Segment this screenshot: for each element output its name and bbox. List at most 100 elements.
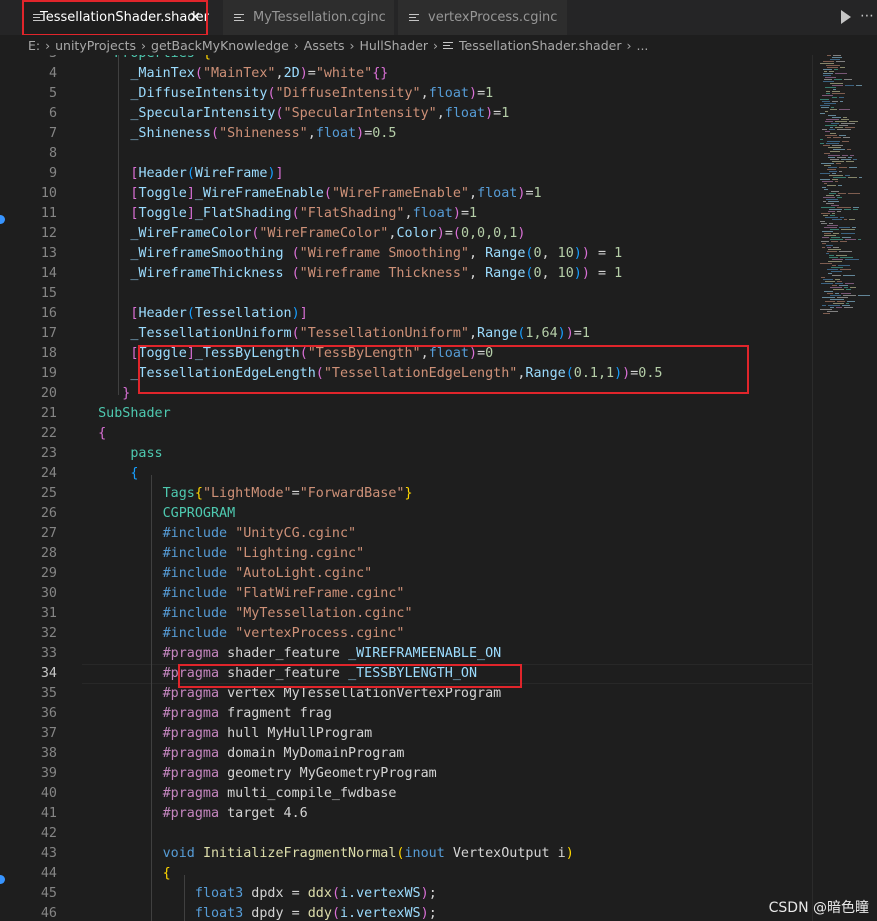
- tab-mytessellation-cginc[interactable]: MyTessellation.cginc: [223, 0, 395, 35]
- code-line[interactable]: 37 #pragma hull MyHullProgram: [0, 724, 877, 744]
- code-token: 10: [557, 266, 574, 281]
- code-line[interactable]: 45 float3 dpdx = ddx(i.vertexWS);: [0, 884, 877, 904]
- code-line[interactable]: 27 #include "UnityCG.cginc": [0, 524, 877, 544]
- code-line[interactable]: 24 {: [0, 464, 877, 484]
- minimap-stroke: [828, 305, 840, 306]
- line-number: 8: [48, 146, 57, 161]
- minimap-stroke: [825, 281, 835, 282]
- code-line[interactable]: 12 _WireFrameColor("WireFrameColor",Colo…: [0, 224, 877, 244]
- line-number: 39: [40, 766, 57, 781]
- breadcrumb-item[interactable]: getBackMyKnowledge: [151, 38, 289, 53]
- code-line[interactable]: 42: [0, 824, 877, 844]
- code-line[interactable]: 17 _TessellationUniform("TessellationUni…: [0, 324, 877, 344]
- minimap-stroke: [842, 237, 851, 238]
- code-line[interactable]: 39 #pragma geometry MyGeometryProgram: [0, 764, 877, 784]
- code-line[interactable]: 4 _MainTex("MainTex",2D)="white"{}: [0, 64, 877, 84]
- more-actions-icon[interactable]: ⋯: [860, 8, 874, 24]
- code-token: ddy: [307, 906, 332, 921]
- minimap-stroke: [820, 113, 825, 114]
- breadcrumb-item[interactable]: E:: [28, 38, 40, 53]
- minimap-stroke: [828, 115, 836, 116]
- code-line[interactable]: 21 SubShader: [0, 404, 877, 424]
- line-number: 18: [40, 346, 57, 361]
- minimap-stroke: [826, 93, 830, 94]
- code-token: SubShader: [82, 406, 171, 421]
- code-line[interactable]: 38 #pragma domain MyDomainProgram: [0, 744, 877, 764]
- minimap[interactable]: [818, 55, 877, 355]
- code-line[interactable]: 22 {: [0, 424, 877, 444]
- minimap-stroke: [830, 133, 836, 134]
- line-number: 7: [48, 126, 57, 141]
- code-token: float: [444, 106, 486, 121]
- code-line[interactable]: 23 pass: [0, 444, 877, 464]
- minimap-stroke: [833, 289, 844, 290]
- code-line[interactable]: 9 [Header(WireFrame)]: [0, 164, 877, 184]
- minimap-stroke: [841, 293, 851, 294]
- code-line[interactable]: 33 #pragma shader_feature _WIREFRAMEENAB…: [0, 644, 877, 664]
- code-line[interactable]: 7 _Shineness("Shineness",float)=0.5: [0, 124, 877, 144]
- code-line[interactable]: 32 #include "vertexProcess.cginc": [0, 624, 877, 644]
- minimap-stroke: [829, 71, 834, 72]
- breadcrumb-item[interactable]: ...: [636, 38, 648, 53]
- code-token: float3: [82, 886, 244, 901]
- code-line[interactable]: 14 _WireframeThickness ("Wireframe Thick…: [0, 264, 877, 284]
- code-line[interactable]: 43 void InitializeFragmentNormal(inout V…: [0, 844, 877, 864]
- minimap-stroke: [835, 181, 838, 182]
- chevron-right-icon: ›: [141, 37, 147, 53]
- minimap-stroke: [832, 57, 842, 58]
- code-line[interactable]: 28 #include "Lighting.cginc": [0, 544, 877, 564]
- code-token: ): [420, 906, 429, 921]
- code-token: _TessellationUniform: [82, 326, 292, 341]
- code-line[interactable]: 44 {: [0, 864, 877, 884]
- minimap-stroke: [823, 75, 831, 76]
- code-token: Color: [396, 226, 437, 241]
- code-line[interactable]: 36 #pragma fragment frag: [0, 704, 877, 724]
- breadcrumb-item[interactable]: unityProjects: [55, 38, 136, 53]
- code-token: #pragma: [82, 806, 220, 821]
- code-text: CGPROGRAM: [82, 504, 236, 524]
- minimap-stroke: [824, 189, 828, 190]
- line-number: 37: [40, 726, 57, 741]
- code-line[interactable]: 30 #include "FlatWireFrame.cginc": [0, 584, 877, 604]
- code-line[interactable]: 16 [Header(Tessellation)]: [0, 304, 877, 324]
- code-line[interactable]: 15: [0, 284, 877, 304]
- tab-vertexprocess-cginc[interactable]: vertexProcess.cginc: [398, 0, 568, 35]
- code-line[interactable]: 46 float3 dpdy = ddy(i.vertexWS);: [0, 904, 877, 921]
- breadcrumb-item[interactable]: HullShader: [359, 38, 428, 53]
- minimap-stroke: [822, 129, 827, 130]
- code-token: 10: [557, 246, 574, 261]
- minimap-stroke: [837, 197, 842, 198]
- minimap-stroke: [839, 109, 850, 110]
- minimap-stroke: [839, 251, 852, 252]
- code-token: ,: [275, 66, 284, 81]
- code-line[interactable]: 6 _SpecularIntensity("SpecularIntensity"…: [0, 104, 877, 124]
- code-editor[interactable]: 3 Properties {4 _MainTex("MainTex",2D)="…: [0, 55, 877, 921]
- code-text: #pragma hull MyHullProgram: [82, 724, 373, 744]
- minimap-stroke: [848, 193, 860, 194]
- line-number: 21: [40, 406, 57, 421]
- file-lines-icon: [443, 40, 454, 51]
- code-token: ;: [428, 886, 437, 901]
- code-line[interactable]: 25 Tags{"LightMode"="ForwardBase"}: [0, 484, 877, 504]
- code-line[interactable]: 29 #include "AutoLight.cginc": [0, 564, 877, 584]
- code-line[interactable]: 3 Properties {: [0, 55, 877, 64]
- code-line[interactable]: 40 #pragma multi_compile_fwdbase: [0, 784, 877, 804]
- code-token: _DiffuseIntensity: [82, 86, 268, 101]
- code-line[interactable]: 11 [Toggle]_FlatShading("FlatShading",fl…: [0, 204, 877, 224]
- code-token: ): [436, 226, 445, 241]
- code-line[interactable]: 8: [0, 144, 877, 164]
- minimap-stroke: [830, 239, 843, 240]
- code-line[interactable]: 10 [Toggle]_WireFrameEnable("WireFrameEn…: [0, 184, 877, 204]
- code-line[interactable]: 13 _WireframeSmoothing ("Wireframe Smoot…: [0, 244, 877, 264]
- code-token: hull MyHullProgram: [219, 726, 373, 741]
- code-token: Toggle: [138, 206, 187, 221]
- code-line[interactable]: 41 #pragma target 4.6: [0, 804, 877, 824]
- code-line[interactable]: 5 _DiffuseIntensity("DiffuseIntensity",f…: [0, 84, 877, 104]
- scrollbar-track[interactable]: [812, 55, 813, 921]
- run-icon[interactable]: [841, 10, 852, 24]
- breadcrumb-item[interactable]: Assets: [304, 38, 345, 53]
- breadcrumb-item[interactable]: TessellationShader.shader: [459, 38, 621, 53]
- minimap-stroke: [825, 121, 833, 122]
- code-line[interactable]: 31 #include "MyTessellation.cginc": [0, 604, 877, 624]
- code-line[interactable]: 26 CGPROGRAM: [0, 504, 877, 524]
